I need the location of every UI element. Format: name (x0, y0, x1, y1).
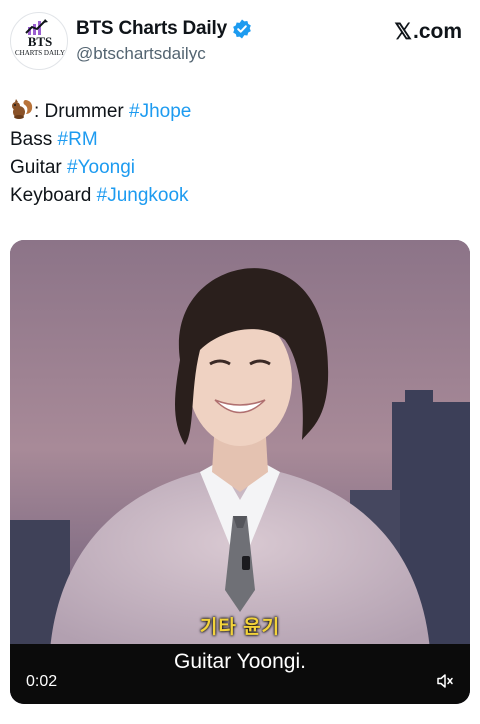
tweet-line-text: : Drummer (34, 101, 129, 122)
source-domain: .com (412, 20, 462, 43)
tweet-text: : Drummer #Jhope Bass #RM Guitar #Yoongi… (10, 98, 470, 210)
mute-icon[interactable] (436, 672, 454, 690)
squirrel-icon (12, 99, 33, 119)
hashtag-link[interactable]: #Yoongi (67, 157, 135, 178)
hashtag-link[interactable]: #Jhope (129, 101, 191, 122)
avatar-text-top: BTS (27, 34, 53, 49)
subtitle-korean: 기타 윤기 (199, 617, 281, 638)
author-handle[interactable]: @btschartsdailyc (76, 44, 206, 64)
tweet-line: Bass #RM (10, 126, 470, 154)
avatar[interactable]: BTS CHARTS DAILY (10, 12, 68, 70)
hashtag-link[interactable]: #Jungkook (97, 185, 189, 206)
tweet-line-text: Keyboard (10, 185, 97, 206)
tweet-header: BTS CHARTS DAILY BTS Charts Daily @btsch… (10, 12, 470, 74)
source-link[interactable]: 𝕏 .com (394, 20, 462, 44)
video-player[interactable]: 기타 윤기 Guitar Yoongi. 0:02 (10, 240, 470, 704)
subtitle-english: Guitar Yoongi. (174, 650, 306, 673)
tweet-line: Keyboard #Jungkook (10, 182, 470, 210)
verified-badge-icon (233, 19, 251, 39)
video-timestamp: 0:02 (26, 673, 58, 690)
display-name[interactable]: BTS Charts Daily (76, 18, 227, 40)
hashtag-link[interactable]: #RM (58, 129, 98, 150)
avatar-text-bottom: CHARTS DAILY (14, 49, 66, 57)
tweet-line: Guitar #Yoongi (10, 154, 470, 182)
tweet-line-text: Guitar (10, 157, 68, 178)
tweet-line-text: Bass (10, 129, 58, 150)
author-name-row[interactable]: BTS Charts Daily (76, 18, 252, 40)
x-logo-icon: 𝕏 (394, 19, 412, 44)
tweet-line: : Drummer #Jhope (10, 98, 470, 126)
